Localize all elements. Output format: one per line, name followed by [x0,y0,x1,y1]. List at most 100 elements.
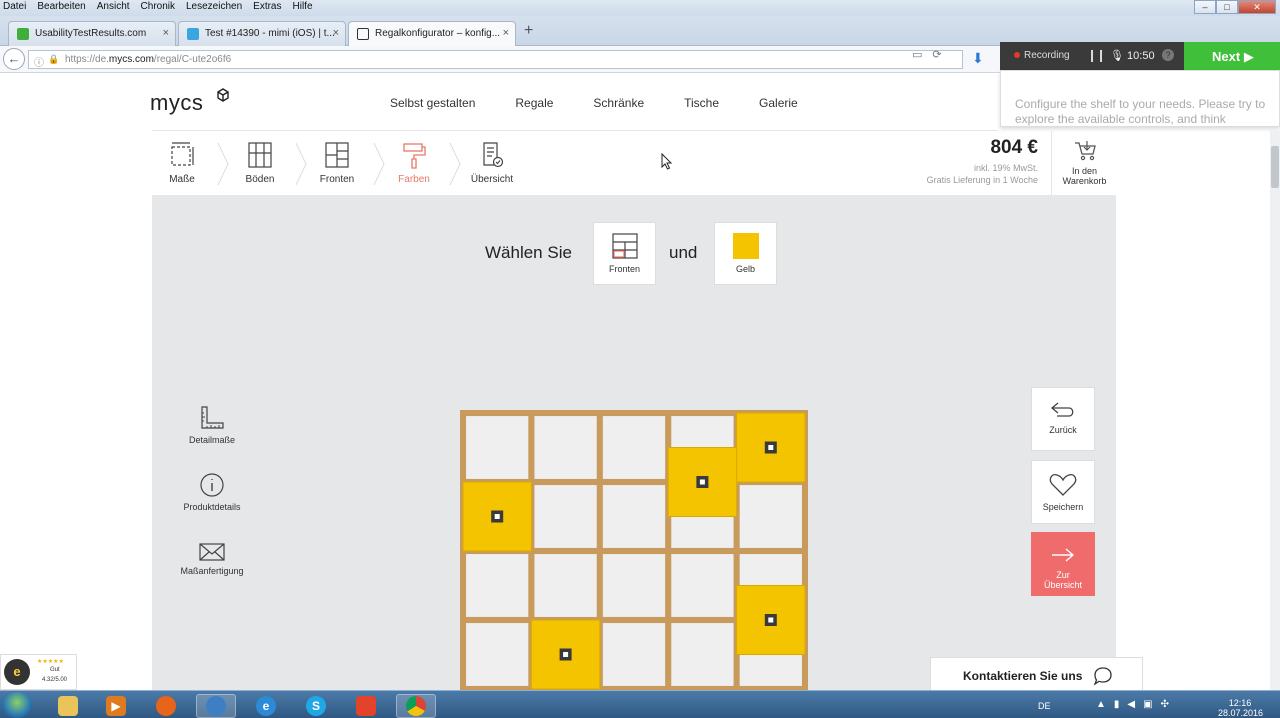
help-icon[interactable]: ? [1162,49,1174,61]
to-overview-button[interactable]: Zur Übersicht [1031,532,1095,596]
recording-status: Recording [1014,50,1070,61]
step-label: Übersicht [470,174,514,185]
close-tab-icon[interactable]: × [333,27,339,39]
step-uebersicht[interactable]: Übersicht [462,141,522,185]
taskbar-internet-explorer[interactable]: e [246,694,286,718]
microphone-icon: 🎙 [1110,50,1124,62]
fronts-icon [611,233,638,259]
overview-label-line1: Zur [1056,570,1070,580]
volume-icon[interactable]: ◀ [1127,699,1135,710]
close-tab-icon[interactable]: × [163,27,169,39]
close-tab-icon[interactable]: × [503,27,509,39]
color-selector-chip[interactable]: Gelb [714,222,777,285]
menu-hilfe[interactable]: Hilfe [292,1,314,12]
system-clock[interactable]: 12:16 28.07.2016 [1218,698,1263,718]
menu-datei[interactable]: Datei [2,1,27,12]
mouse-cursor-icon [661,153,673,170]
recorder-app-icon [356,696,376,716]
pause-button[interactable]: ❙❙ [1087,48,1106,62]
add-to-cart-button[interactable]: In den Warenkorb [1051,131,1117,195]
taskbar-skype[interactable]: S [296,694,336,718]
nav-selbst-gestalten[interactable]: Selbst gestalten [390,96,475,110]
recording-time-value: 10:50 [1127,50,1155,62]
maximize-icon[interactable]: □ [1216,0,1238,14]
tab-regalkonfigurator[interactable]: Regalkonfigurator – konfig... × [348,21,516,46]
close-window-icon[interactable]: ✕ [1238,0,1276,14]
nav-regale[interactable]: Regale [515,96,553,110]
trusted-shops-badge[interactable]: e ★★★★★ Gut 4.32/5.00 [0,654,77,690]
menu-extras[interactable]: Extras [252,1,282,12]
step-label: Böden [245,174,275,185]
info-icon[interactable]: ⓘ [34,54,44,69]
shelf-compartment [670,553,734,618]
fronts-selector-chip[interactable]: Fronten [593,222,656,285]
chat-bubble-icon [1093,667,1112,686]
menu-chronik[interactable]: Chronik [140,1,176,12]
yellow-swatch [732,233,759,259]
save-label: Speichern [1042,502,1084,512]
nav-tische[interactable]: Tische [684,96,719,110]
ruler-icon [201,406,224,429]
url-field[interactable]: ⓘ 🔒 https://de.mycs.com/regal/C-ute2o6f6 [28,50,963,69]
menu-lesezeichen[interactable]: Lesezeichen [185,1,243,12]
new-tab-button[interactable]: + [524,22,533,40]
menu-ansicht[interactable]: Ansicht [96,1,131,12]
step-masse[interactable]: Maße [152,141,212,185]
nav-galerie[interactable]: Galerie [759,96,798,110]
minimize-icon[interactable]: – [1194,0,1216,14]
tab-usabilitytestresults[interactable]: UsabilityTestResults.com × [8,21,176,46]
step-label: Farben [398,174,430,185]
step-boeden[interactable]: Böden [230,141,290,185]
reload-icon[interactable]: ⟳ [932,48,941,61]
mycs-favicon-icon [357,28,369,40]
mycs-logo[interactable]: mycs [150,90,203,116]
test-favicon-icon [187,28,199,40]
tool-label: Produktdetails [183,502,241,512]
detail-dimensions-tool[interactable]: Detailmaße [172,405,252,445]
paint-roller-icon [403,143,426,169]
save-button[interactable]: Speichern [1031,460,1095,524]
contact-us-button[interactable]: Kontaktieren Sie uns [930,657,1143,692]
taskbar-app-globe[interactable] [196,694,236,718]
front-knob-center [768,445,774,450]
start-button[interactable] [2,692,32,718]
rating-stars: ★★★★★ [37,659,64,665]
menu-bearbeiten[interactable]: Bearbeiten [36,1,86,12]
tab-test-14390[interactable]: Test #14390 - mimi (iOS) | t... × [178,21,346,46]
tab-label: Regalkonfigurator – konfig... [375,28,501,39]
page-scrollbar[interactable] [1270,130,1280,690]
taskbar-chrome[interactable] [396,694,436,718]
chip-label: Gelb [735,264,755,274]
network-icon[interactable]: ▮ [1114,699,1120,710]
taskbar-media-player[interactable]: ▶ [96,694,136,718]
back-action-button[interactable]: Zurück [1031,387,1095,451]
usability-favicon-icon [17,28,29,40]
recording-toolbar: Recording ❙❙ 🎙 10:50 ? Next ▶ [1000,42,1280,70]
sync-icon[interactable]: ✣ [1161,699,1169,710]
record-dot-icon [1014,52,1020,58]
chip-label: Fronten [608,264,641,274]
next-button[interactable]: Next ▶ [1184,42,1280,70]
internet-explorer-icon: e [256,696,276,716]
nav-schraenke[interactable]: Schränke [593,96,644,110]
logo-cube-icon [217,88,229,102]
shelf-preview[interactable] [460,410,808,692]
taskbar-firefox[interactable] [146,694,186,718]
taskbar-explorer[interactable] [48,694,88,718]
scrollbar-thumb[interactable] [1271,146,1279,188]
taskbar-recorder[interactable] [346,694,386,718]
custom-order-tool[interactable]: Maßanfertigung [172,542,252,576]
show-hidden-icons-icon[interactable]: ▲ [1096,699,1106,710]
power-icon[interactable]: ▣ [1143,699,1152,710]
step-farben[interactable]: Farben [384,141,444,185]
overview-document-icon [483,142,504,168]
product-details-tool[interactable]: Produktdetails [172,472,252,512]
step-fronten[interactable]: Fronten [307,141,367,185]
download-icon[interactable]: ⬇ [972,50,984,67]
price-delivery-note: Gratis Lieferung in 1 Woche [926,175,1038,185]
back-button[interactable]: ← [3,48,25,70]
configurator-steps: Maße Böden Fronten Farben Übersicht [152,131,652,194]
language-indicator[interactable]: DE [1038,701,1051,711]
reader-view-icon[interactable]: ▭ [912,48,922,61]
main-navigation: Selbst gestalten Regale Schränke Tische … [390,96,838,110]
